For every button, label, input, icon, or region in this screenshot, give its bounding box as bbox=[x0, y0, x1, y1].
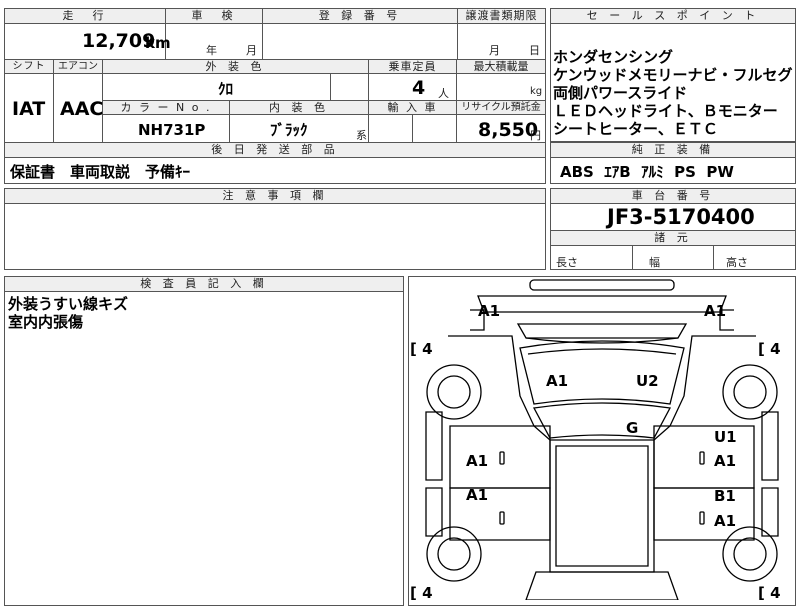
dimensions-header: 諸 元 bbox=[551, 231, 795, 246]
sales-point-line-2: ケンウッドメモリーナビ・フルセグ bbox=[553, 66, 793, 84]
interior-color-value: ﾌﾞﾗｯｸ bbox=[270, 121, 308, 139]
length-label: 長さ bbox=[556, 256, 578, 269]
color-no-value: NH731P bbox=[138, 121, 206, 139]
inspector-line-1: 外装うすい線キズ bbox=[8, 295, 129, 313]
inspector-header: 検 査 員 記 入 欄 bbox=[5, 277, 403, 292]
damage-roof: G bbox=[626, 419, 638, 437]
capacity-header: 乗車定員 bbox=[369, 60, 456, 74]
inspection-year: 年 bbox=[206, 44, 217, 57]
inspector-line-2: 室内内張傷 bbox=[8, 313, 84, 331]
damage-front-right-corner: A1 bbox=[704, 302, 726, 320]
genuine-equipment-value: ABS ｴｱB ｱﾙﾐ PS PW bbox=[560, 163, 734, 181]
inspection-header: 車 検 bbox=[166, 9, 262, 24]
chassis-header: 車 台 番 号 bbox=[551, 189, 795, 204]
tire-mark-rear-right: [ 4 bbox=[758, 584, 781, 600]
tire-mark-rear-left: [ 4 bbox=[410, 584, 433, 600]
mileage-header: 走 行 bbox=[5, 9, 165, 24]
tire-bracket-fr: [ bbox=[758, 340, 765, 358]
damage-rear-right-door: A1 bbox=[714, 512, 736, 530]
shift-header: シフト bbox=[5, 60, 53, 74]
mileage-unit: km bbox=[145, 34, 171, 52]
tire-mark-front-right: [ 4 bbox=[758, 340, 781, 358]
color-no-header: カ ラ ー N o . bbox=[103, 101, 229, 115]
damage-front-left-door: A1 bbox=[466, 452, 488, 470]
inspection-month: 月 bbox=[246, 44, 257, 57]
exterior-color-value: ｸﾛ bbox=[218, 80, 234, 98]
sales-point-line-3: 両側パワースライド bbox=[553, 84, 688, 102]
aircon-value: AAC bbox=[60, 98, 104, 120]
registration-header: 登 録 番 号 bbox=[263, 9, 457, 24]
transfer-day: 日 bbox=[529, 44, 540, 57]
later-parts-header: 後 日 発 送 部 品 bbox=[5, 143, 545, 158]
interior-color-header: 内 装 色 bbox=[230, 101, 368, 115]
aircon-header: エアコン bbox=[54, 60, 102, 74]
later-parts-value: 保証書 車両取説 予備ｷｰ bbox=[10, 163, 191, 181]
transfer-month: 月 bbox=[489, 44, 500, 57]
damage-rear-left-door: A1 bbox=[466, 486, 488, 504]
sales-point-line-4: ＬＥＤヘッドライト、Ｂモニター bbox=[553, 102, 778, 120]
car-diagram: [ 4 [ 4 [ 4 [ 4 A1 A1 A1 U2 G A1 U1 A1 A… bbox=[410, 279, 781, 600]
chassis-value: JF3-5170400 bbox=[607, 205, 755, 229]
sales-point-line-5: シートヒーター、ＥＴＣ bbox=[553, 120, 718, 138]
tire-mark-front-left: [ 4 bbox=[410, 340, 433, 358]
height-label: 高さ bbox=[726, 256, 748, 269]
max-load-unit: kg bbox=[530, 86, 543, 97]
recycle-deposit-unit: 円 bbox=[530, 129, 541, 142]
tire-value-fl: 4 bbox=[422, 340, 432, 358]
tire-value-fr: 4 bbox=[770, 340, 780, 358]
recycle-deposit-header: リサイクル預託金 bbox=[457, 101, 545, 115]
exterior-color-header: 外 装 色 bbox=[103, 60, 368, 74]
import-header: 輸 入 車 bbox=[369, 101, 456, 115]
max-load-header: 最大積載量 bbox=[457, 60, 545, 74]
damage-front-right-door-top: U1 bbox=[714, 428, 737, 446]
width-label: 幅 bbox=[649, 256, 660, 269]
damage-hood-right: U2 bbox=[636, 372, 659, 390]
shift-value: IAT bbox=[12, 98, 46, 120]
capacity-unit: 人 bbox=[438, 87, 449, 100]
damage-hood-left: A1 bbox=[546, 372, 568, 390]
damage-front-left-corner: A1 bbox=[478, 302, 500, 320]
sales-point-header: セ ー ル ス ポ イ ン ト bbox=[551, 9, 795, 24]
tire-value-rr: 4 bbox=[770, 584, 780, 600]
tire-bracket-fl: [ bbox=[410, 340, 417, 358]
tire-bracket-rl: [ bbox=[410, 584, 417, 600]
tire-value-rl: 4 bbox=[422, 584, 432, 600]
damage-front-right-door: A1 bbox=[714, 452, 736, 470]
sales-point-line-1: ホンダセンシング bbox=[553, 48, 674, 66]
tire-bracket-rr: [ bbox=[758, 584, 765, 600]
damage-rear-right-door-top: B1 bbox=[714, 487, 736, 505]
capacity-value: 4 bbox=[412, 77, 426, 99]
genuine-equipment-header: 純 正 装 備 bbox=[551, 143, 795, 158]
transfer-deadline-header: 譲渡書類期限 bbox=[458, 9, 545, 24]
interior-color-suffix: 系 bbox=[356, 129, 367, 142]
notes-header: 注 意 事 項 欄 bbox=[5, 189, 545, 204]
